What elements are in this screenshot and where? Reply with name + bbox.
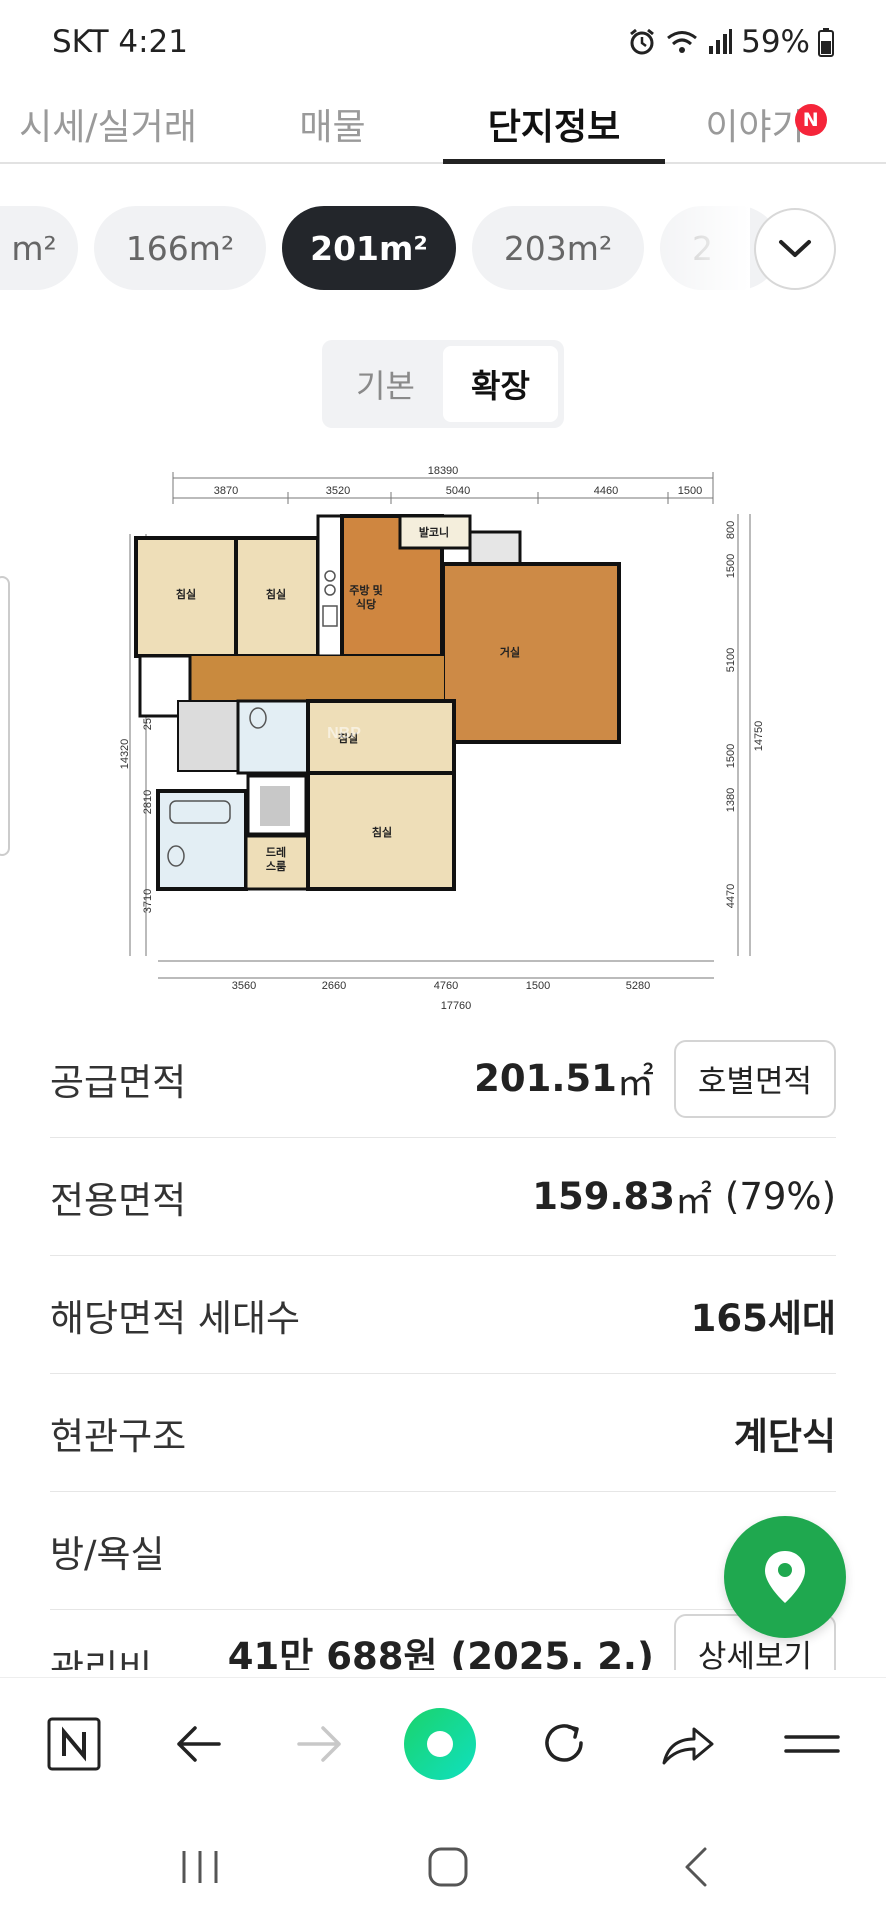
tab-story[interactable]: 이야기 N <box>700 84 827 164</box>
chevron-left-icon <box>685 1847 707 1887</box>
back-button[interactable] <box>162 1708 234 1780</box>
room-label-bedroom-2: 침실 <box>266 587 286 601</box>
home-icon <box>428 1847 468 1887</box>
room-label-dress-1: 드레 <box>266 845 286 859</box>
entrance-tile <box>177 700 239 772</box>
dim-bottom-5: 5280 <box>626 980 650 992</box>
dim-right-1: 800 <box>725 521 737 539</box>
battery-percent: 59% <box>741 24 810 60</box>
dim-top-3: 5040 <box>446 485 470 497</box>
balcony-utility <box>468 530 522 566</box>
dim-right-5: 1380 <box>725 788 737 812</box>
system-back-button[interactable] <box>666 1837 726 1897</box>
menu-button[interactable] <box>776 1708 848 1780</box>
dim-top-1: 3870 <box>214 485 238 497</box>
info-row-rooms-baths: 방/욕실 <box>50 1492 836 1610</box>
dim-top-4: 4460 <box>594 485 618 497</box>
dim-bottom-2: 2660 <box>322 980 346 992</box>
dim-left-4: 2810 <box>142 790 154 814</box>
floor-plan-image: 18390 3870 3520 5040 4460 1500 3560 2660… <box>119 465 765 1012</box>
refresh-button[interactable] <box>528 1708 600 1780</box>
dim-bottom-3: 4760 <box>434 980 458 992</box>
system-nav-bar <box>0 1807 886 1920</box>
status-bar: SKT 4:21 59% <box>0 0 886 84</box>
info-row-households: 해당면적 세대수 165세대 <box>50 1256 836 1374</box>
tab-listings[interactable]: 매물 <box>270 84 395 164</box>
area-chip-partial[interactable]: m² <box>0 206 78 290</box>
room-label-balcony: 발코니 <box>419 525 449 539</box>
bathroom-1 <box>236 699 310 775</box>
active-tab-indicator <box>443 159 665 164</box>
map-location-button[interactable] <box>724 1516 846 1638</box>
wifi-icon <box>667 31 698 53</box>
room-label-kitchen-1: 주방 및 <box>349 583 382 597</box>
dim-left-total: 14320 <box>119 739 131 770</box>
hallway <box>190 656 444 701</box>
status-icons: 59% <box>627 24 834 60</box>
room-label-living: 거실 <box>500 645 520 659</box>
room-label-kitchen-2: 식당 <box>356 597 376 611</box>
complex-tabs: 시세/실거래 매물 단지정보 이야기 N <box>0 84 886 164</box>
area-chip-201[interactable]: 201m² <box>282 206 456 290</box>
recent-apps-button[interactable] <box>170 1837 230 1897</box>
dim-right-4: 1500 <box>725 744 737 768</box>
room-label-dress-2: 스룸 <box>266 860 286 873</box>
expand-chips-button[interactable] <box>754 208 836 290</box>
room-label-master: 침실 <box>372 825 392 839</box>
naver-home-button[interactable] <box>38 1708 110 1780</box>
chips-fade <box>640 206 750 290</box>
living-room <box>441 562 621 744</box>
area-chip-166[interactable]: 166m² <box>94 206 266 290</box>
dim-bottom-1: 3560 <box>232 980 256 992</box>
battery-icon <box>818 28 834 57</box>
recent-apps-icon <box>182 1851 218 1883</box>
naver-n-icon <box>47 1717 101 1771</box>
carrier-time: SKT 4:21 <box>52 24 189 60</box>
dim-bottom-total: 17760 <box>441 1000 472 1012</box>
dim-top-total: 18390 <box>428 465 459 477</box>
green-dot-button[interactable] <box>402 1706 478 1782</box>
signal-icon <box>709 29 733 54</box>
bathroom-2 <box>156 789 248 891</box>
dim-right-3: 5100 <box>725 648 737 672</box>
dim-left-5: 3710 <box>142 889 154 913</box>
tab-price[interactable]: 시세/실거래 <box>8 84 208 164</box>
unit-area-button[interactable]: 호별면적 <box>673 1039 836 1118</box>
side-handle[interactable] <box>0 576 10 856</box>
share-arrow-icon <box>662 1727 714 1765</box>
layout-toggle: 기본 확장 <box>322 340 564 428</box>
green-dot-icon <box>404 1708 476 1780</box>
dim-right-6: 4470 <box>725 884 737 908</box>
arrow-left-icon <box>177 1726 221 1762</box>
refresh-icon <box>545 1724 583 1762</box>
home-button[interactable] <box>418 1837 478 1897</box>
kitchen-counter <box>316 514 344 658</box>
info-row-entrance: 현관구조 계단식 <box>50 1374 836 1492</box>
hamburger-icon <box>784 1735 840 1753</box>
chevron-down-icon <box>779 240 811 257</box>
alarm-icon <box>630 28 655 55</box>
arrow-right-icon <box>297 1726 341 1762</box>
dim-top-2: 3520 <box>326 485 350 497</box>
area-chip-203[interactable]: 203m² <box>472 206 644 290</box>
complex-info-list: 공급면적 201.51 ㎡ 호별면적 전용면적 159.83 ㎡ (79%) 해당면… <box>50 1020 836 1670</box>
toggle-basic[interactable]: 기본 <box>328 346 443 422</box>
location-pin-icon <box>765 1551 805 1603</box>
info-row-supply-area: 공급면적 201.51 ㎡ 호별면적 <box>50 1020 836 1138</box>
browser-toolbar <box>0 1677 886 1807</box>
share-button[interactable] <box>652 1708 724 1780</box>
forward-button[interactable] <box>284 1708 356 1780</box>
dim-bottom-4: 1500 <box>526 980 550 992</box>
toggle-extended[interactable]: 확장 <box>443 346 558 422</box>
info-row-exclusive-area: 전용면적 159.83 ㎡ (79%) <box>50 1138 836 1256</box>
dim-top-5: 1500 <box>678 485 702 497</box>
new-badge: N <box>794 104 827 136</box>
dim-right-total: 14750 <box>753 721 765 752</box>
tab-complex-info[interactable]: 단지정보 <box>443 84 665 164</box>
room-label-bedroom-1: 침실 <box>176 587 196 601</box>
watermark: NBP <box>327 725 361 742</box>
info-row-management-fee: 관리비 41만 688원 (2025. 2.) 상세보기 <box>50 1610 836 1670</box>
closet-fixture <box>260 786 290 826</box>
dim-right-2: 1500 <box>725 554 737 578</box>
